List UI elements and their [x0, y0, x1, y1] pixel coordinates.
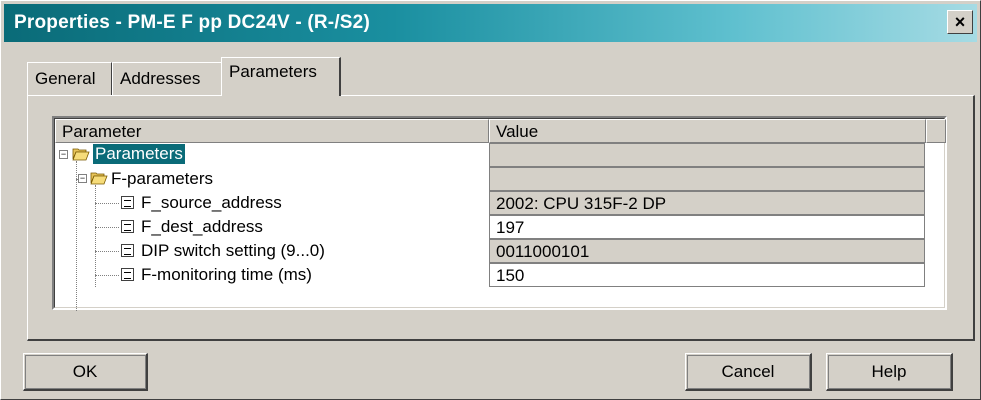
parameter-name: F-parameters [111, 169, 214, 188]
grid-frame: Parameter Value − Parameters − F-paramet… [54, 118, 946, 311]
table-row[interactable]: − F-parameters [55, 167, 925, 191]
table-row[interactable]: − Parameters [55, 143, 925, 167]
value-cell[interactable] [489, 143, 925, 167]
parameter-name: DIP switch setting (9...0) [141, 241, 325, 260]
parameter-cell: F-monitoring time (ms) [55, 263, 489, 287]
collapse-icon[interactable]: − [59, 150, 68, 159]
value-cell[interactable]: 2002: CPU 315F-2 DP [489, 191, 925, 215]
parameter-cell: DIP switch setting (9...0) [55, 239, 489, 263]
column-header-parameter[interactable]: Parameter [55, 119, 489, 143]
collapse-icon[interactable]: − [78, 174, 87, 183]
parameter-name: F_source_address [141, 193, 282, 212]
column-header-filler [926, 119, 946, 143]
table-row[interactable]: DIP switch setting (9...0) 0011000101 [55, 239, 925, 263]
parameter-cell: F_dest_address [55, 215, 489, 239]
cancel-button[interactable]: Cancel [685, 353, 812, 391]
tab-parameters[interactable]: Parameters [221, 57, 341, 96]
tab-addresses[interactable]: Addresses [112, 62, 222, 95]
parameter-cell: − F-parameters [55, 167, 489, 191]
open-folder-icon [90, 172, 108, 185]
parameter-cell: − Parameters [55, 143, 489, 167]
properties-dialog: Properties - PM-E F pp DC24V - (R-/S2) ×… [0, 0, 981, 400]
parameter-icon [121, 220, 134, 233]
parameter-icon [121, 244, 134, 257]
close-button[interactable]: × [947, 10, 973, 34]
parameter-icon [121, 268, 134, 281]
tab-general[interactable]: General [27, 62, 112, 95]
parameter-cell: F_source_address [55, 191, 489, 215]
parameter-name: F-monitoring time (ms) [141, 265, 312, 284]
title-bar[interactable]: Properties - PM-E F pp DC24V - (R-/S2) × [4, 4, 977, 42]
parameter-name: F_dest_address [141, 217, 263, 236]
close-icon: × [954, 12, 966, 32]
help-button[interactable]: Help [826, 353, 953, 391]
parameter-grid: Parameter Value − Parameters − F-paramet… [52, 116, 947, 311]
open-folder-icon [72, 148, 90, 161]
window-title: Properties - PM-E F pp DC24V - (R-/S2) [14, 12, 370, 33]
table-row[interactable]: F_dest_address 197 [55, 215, 925, 239]
value-cell[interactable]: 0011000101 [489, 239, 925, 263]
value-cell[interactable] [489, 167, 925, 191]
parameter-icon [121, 196, 134, 209]
parameter-name: Parameters [93, 144, 185, 164]
ok-button[interactable]: OK [23, 353, 148, 391]
table-row[interactable]: F_source_address 2002: CPU 315F-2 DP [55, 191, 925, 215]
parameters-panel: Parameter Value − Parameters − F-paramet… [27, 95, 975, 341]
table-row[interactable]: F-monitoring time (ms) 150 [55, 263, 925, 287]
column-header-value[interactable]: Value [489, 119, 926, 143]
value-cell[interactable]: 150 [489, 263, 925, 287]
value-cell[interactable]: 197 [489, 215, 925, 239]
